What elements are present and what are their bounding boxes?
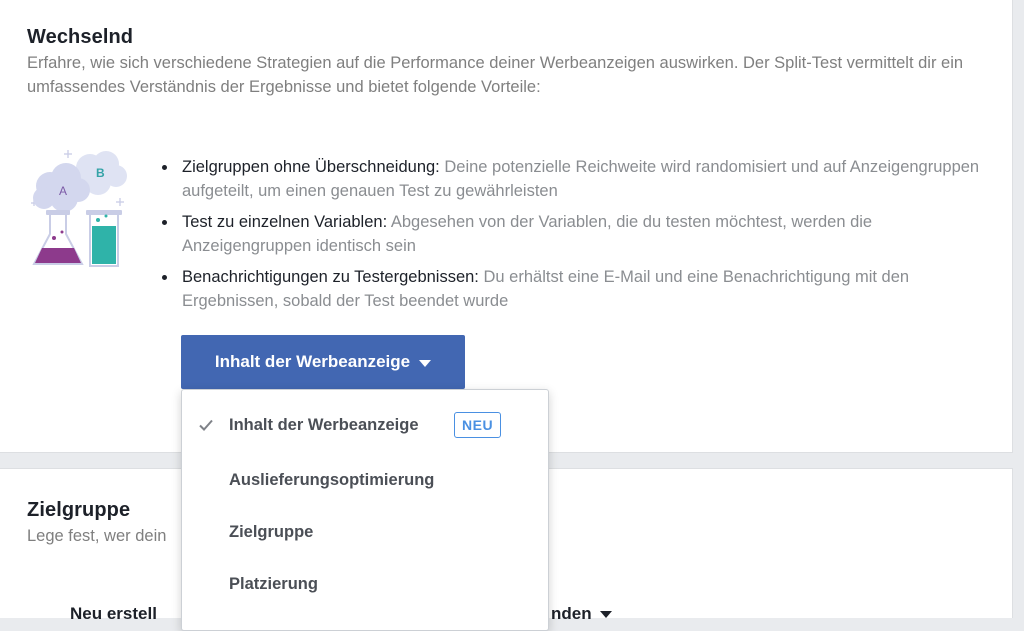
bullet xyxy=(162,165,167,170)
list-item: Benachrichtigungen zu Testergebnissen: D… xyxy=(160,265,980,313)
variable-dropdown-button[interactable]: Inhalt der Werbeanzeige xyxy=(181,335,465,389)
menu-item-label: Inhalt der Werbeanzeige xyxy=(229,415,419,434)
ab-flask-icon: A B xyxy=(31,150,127,267)
bullet xyxy=(162,275,167,280)
benefit-title: Zielgruppen ohne Überschneidung: xyxy=(182,158,440,176)
menu-item-delivery-optimization[interactable]: Auslieferungsoptimierung xyxy=(182,457,548,503)
menu-item-placement[interactable]: Platzierung xyxy=(182,561,548,607)
ab-test-illustration: A B xyxy=(28,140,138,270)
checkmark-icon xyxy=(199,419,213,431)
benefit-title: Benachrichtigungen zu Testergebnissen: xyxy=(182,268,479,286)
saved-audience-dropdown[interactable]: nden xyxy=(551,604,612,624)
new-badge: NEU xyxy=(454,412,502,438)
create-new-audience-toggle[interactable]: Neu erstell xyxy=(70,604,157,624)
saved-audience-label: nden xyxy=(551,604,592,623)
list-item: Zielgruppen ohne Überschneidung: Deine p… xyxy=(160,155,980,203)
menu-item-label: Auslieferungsoptimierung xyxy=(229,470,435,489)
menu-item-label: Platzierung xyxy=(229,574,318,593)
section-description: Erfahre, wie sich verschiedene Strategie… xyxy=(27,54,964,96)
benefit-title: Test zu einzelnen Variablen: xyxy=(182,213,388,231)
bullet xyxy=(162,220,167,225)
menu-item-audience[interactable]: Zielgruppe xyxy=(182,509,548,555)
split-test-panel: Wechselnd Erfahre, wie sich verschiedene… xyxy=(0,0,1013,453)
menu-item-ad-creative[interactable]: Inhalt der Werbeanzeige NEU xyxy=(182,402,548,448)
variable-dropdown-label: Inhalt der Werbeanzeige xyxy=(214,352,411,371)
section-title: Wechselnd xyxy=(27,26,134,48)
caret-down-icon xyxy=(419,359,432,367)
menu-item-label: Zielgruppe xyxy=(229,522,314,541)
label-b: B xyxy=(96,166,105,180)
benefit-list: Zielgruppen ohne Überschneidung: Deine p… xyxy=(160,155,980,320)
section-title: Zielgruppe xyxy=(27,499,131,521)
label-a: A xyxy=(59,184,67,198)
list-item: Test zu einzelnen Variablen: Abgesehen v… xyxy=(160,210,980,258)
variable-dropdown-menu: Inhalt der Werbeanzeige NEU Auslieferung… xyxy=(181,389,549,631)
